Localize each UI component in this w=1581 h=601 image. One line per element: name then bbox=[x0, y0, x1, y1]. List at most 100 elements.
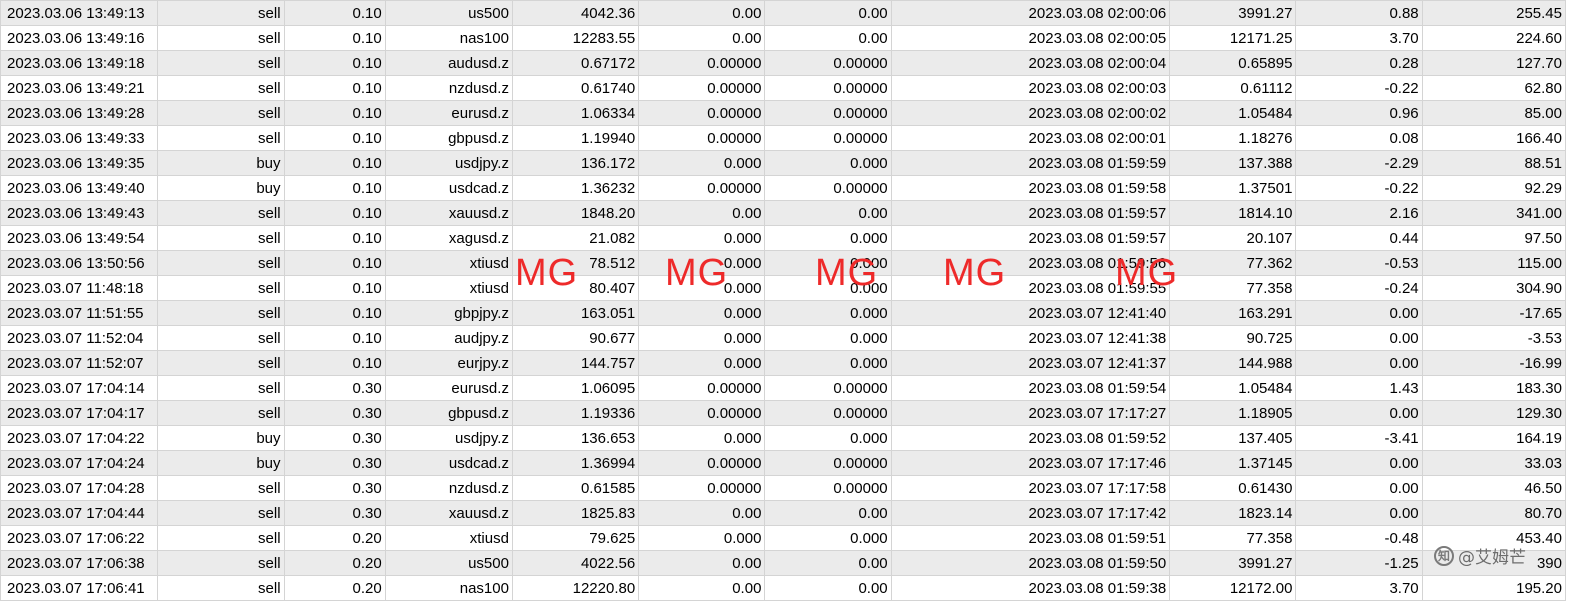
table-row[interactable]: 2023.03.06 13:49:43 sell 0.10 xauusd.z 1848.… bbox=[0, 200, 1567, 226]
cell-profit: 80.70 bbox=[1421, 500, 1567, 526]
cell-profit: 224.60 bbox=[1421, 25, 1567, 51]
cell-symbol: xauusd.z bbox=[384, 500, 513, 526]
cell-open-price: 1.36994 bbox=[511, 450, 640, 476]
cell-type: sell bbox=[157, 350, 285, 376]
cell-stop-loss: 0.000 bbox=[638, 225, 766, 251]
cell-take-profit: 0.00000 bbox=[764, 475, 892, 501]
cell-close-price: 77.358 bbox=[1169, 275, 1297, 301]
cell-close-time: 2023.03.07 17:17:46 bbox=[890, 450, 1171, 476]
cell-volume: 0.10 bbox=[283, 325, 386, 351]
cell-close-time: 2023.03.08 01:59:59 bbox=[890, 150, 1171, 176]
cell-swap: -0.22 bbox=[1295, 175, 1423, 201]
cell-stop-loss: 0.00000 bbox=[638, 50, 766, 76]
cell-profit: 62.80 bbox=[1421, 75, 1567, 101]
cell-stop-loss: 0.00000 bbox=[638, 75, 766, 101]
cell-close-price: 1814.10 bbox=[1169, 200, 1297, 226]
table-row[interactable]: 2023.03.06 13:49:40 buy 0.10 usdcad.z 1.3623… bbox=[0, 175, 1567, 201]
cell-open-time: 2023.03.06 13:50:56 bbox=[0, 250, 159, 276]
cell-volume: 0.10 bbox=[283, 350, 386, 376]
cell-close-price: 12171.25 bbox=[1169, 25, 1297, 51]
cell-close-time: 2023.03.08 01:59:52 bbox=[890, 425, 1171, 451]
cell-open-price: 1.06095 bbox=[511, 375, 640, 401]
cell-type: sell bbox=[157, 100, 285, 126]
table-row[interactable]: 2023.03.07 17:06:22 sell 0.20 xtiusd 79.625 0… bbox=[0, 525, 1567, 551]
cell-stop-loss: 0.000 bbox=[638, 325, 766, 351]
cell-type: sell bbox=[157, 250, 285, 276]
cell-open-price: 21.082 bbox=[511, 225, 640, 251]
cell-type: sell bbox=[157, 375, 285, 401]
table-row[interactable]: 2023.03.07 17:04:22 buy 0.30 usdjpy.z 136.65… bbox=[0, 425, 1567, 451]
cell-stop-loss: 0.00 bbox=[638, 500, 766, 526]
table-row[interactable]: 2023.03.06 13:49:35 buy 0.10 usdjpy.z 136.17… bbox=[0, 150, 1567, 176]
cell-stop-loss: 0.000 bbox=[638, 425, 766, 451]
cell-open-price: 78.512 bbox=[511, 250, 640, 276]
cell-profit: 33.03 bbox=[1421, 450, 1567, 476]
cell-swap: 1.43 bbox=[1295, 375, 1423, 401]
cell-type: sell bbox=[157, 575, 285, 601]
table-row[interactable]: 2023.03.07 17:06:38 sell 0.20 us500 4022.56 0… bbox=[0, 550, 1567, 576]
cell-stop-loss: 0.00 bbox=[638, 0, 766, 26]
cell-open-time: 2023.03.07 17:04:14 bbox=[0, 375, 159, 401]
cell-type: sell bbox=[157, 200, 285, 226]
cell-symbol: usdjpy.z bbox=[384, 425, 513, 451]
cell-stop-loss: 0.000 bbox=[638, 525, 766, 551]
cell-close-price: 20.107 bbox=[1169, 225, 1297, 251]
table-row[interactable]: 2023.03.07 17:04:17 sell 0.30 gbpusd.z 1.193… bbox=[0, 400, 1567, 426]
cell-close-time: 2023.03.08 01:59:55 bbox=[890, 275, 1171, 301]
cell-profit: 183.30 bbox=[1421, 375, 1567, 401]
cell-take-profit: 0.00000 bbox=[764, 175, 892, 201]
table-row[interactable]: 2023.03.06 13:50:56 sell 0.10 xtiusd 78.512 0… bbox=[0, 250, 1567, 276]
cell-stop-loss: 0.00000 bbox=[638, 450, 766, 476]
cell-stop-loss: 0.00 bbox=[638, 25, 766, 51]
cell-take-profit: 0.00 bbox=[764, 0, 892, 26]
cell-close-price: 163.291 bbox=[1169, 300, 1297, 326]
cell-symbol: xtiusd bbox=[384, 275, 513, 301]
cell-take-profit: 0.000 bbox=[764, 325, 892, 351]
table-row[interactable]: 2023.03.07 11:48:18 sell 0.10 xtiusd 80.407 0… bbox=[0, 275, 1567, 301]
cell-stop-loss: 0.00000 bbox=[638, 375, 766, 401]
table-row[interactable]: 2023.03.06 13:49:18 sell 0.10 audusd.z 0.671… bbox=[0, 50, 1567, 76]
cell-close-time: 2023.03.08 02:00:06 bbox=[890, 0, 1171, 26]
cell-swap: -0.24 bbox=[1295, 275, 1423, 301]
cell-type: sell bbox=[157, 275, 285, 301]
cell-open-time: 2023.03.07 17:06:38 bbox=[0, 550, 159, 576]
cell-symbol: gbpjpy.z bbox=[384, 300, 513, 326]
cell-volume: 0.10 bbox=[283, 275, 386, 301]
table-row[interactable]: 2023.03.07 17:04:14 sell 0.30 eurusd.z 1.060… bbox=[0, 375, 1567, 401]
table-row[interactable]: 2023.03.07 17:04:24 buy 0.30 usdcad.z 1.3699… bbox=[0, 450, 1567, 476]
table-row[interactable]: 2023.03.07 11:52:04 sell 0.10 audjpy.z 90.67… bbox=[0, 325, 1567, 351]
cell-symbol: usdjpy.z bbox=[384, 150, 513, 176]
cell-close-time: 2023.03.07 17:17:58 bbox=[890, 475, 1171, 501]
cell-stop-loss: 0.00000 bbox=[638, 175, 766, 201]
cell-close-time: 2023.03.08 02:00:01 bbox=[890, 125, 1171, 151]
table-row[interactable]: 2023.03.07 11:51:55 sell 0.10 gbpjpy.z 163.0… bbox=[0, 300, 1567, 326]
cell-close-price: 77.362 bbox=[1169, 250, 1297, 276]
cell-volume: 0.10 bbox=[283, 200, 386, 226]
table-row[interactable]: 2023.03.07 17:04:44 sell 0.30 xauusd.z 1825.… bbox=[0, 500, 1567, 526]
cell-take-profit: 0.00000 bbox=[764, 125, 892, 151]
cell-volume: 0.10 bbox=[283, 100, 386, 126]
table-row[interactable]: 2023.03.07 11:52:07 sell 0.10 eurjpy.z 144.7… bbox=[0, 350, 1567, 376]
table-row[interactable]: 2023.03.06 13:49:54 sell 0.10 xagusd.z 21.08… bbox=[0, 225, 1567, 251]
cell-profit: 390 bbox=[1421, 550, 1567, 576]
table-row[interactable]: 2023.03.06 13:49:21 sell 0.10 nzdusd.z 0.617… bbox=[0, 75, 1567, 101]
table-row[interactable]: 2023.03.06 13:49:13 sell 0.10 us500 4042.36 0… bbox=[0, 0, 1567, 26]
cell-open-time: 2023.03.06 13:49:35 bbox=[0, 150, 159, 176]
cell-volume: 0.10 bbox=[283, 0, 386, 26]
cell-swap: 0.44 bbox=[1295, 225, 1423, 251]
table-row[interactable]: 2023.03.07 17:04:28 sell 0.30 nzdusd.z 0.615… bbox=[0, 475, 1567, 501]
table-row[interactable]: 2023.03.07 17:06:41 sell 0.20 nas100 12220.8… bbox=[0, 575, 1567, 601]
cell-swap: 2.16 bbox=[1295, 200, 1423, 226]
cell-close-time: 2023.03.08 02:00:05 bbox=[890, 25, 1171, 51]
cell-open-price: 0.61585 bbox=[511, 475, 640, 501]
cell-close-time: 2023.03.08 01:59:57 bbox=[890, 200, 1171, 226]
cell-close-price: 0.61112 bbox=[1169, 75, 1297, 101]
table-row[interactable]: 2023.03.06 13:49:33 sell 0.10 gbpusd.z 1.199… bbox=[0, 125, 1567, 151]
table-row[interactable]: 2023.03.06 13:49:28 sell 0.10 eurusd.z 1.063… bbox=[0, 100, 1567, 126]
cell-close-price: 1.05484 bbox=[1169, 100, 1297, 126]
cell-profit: 127.70 bbox=[1421, 50, 1567, 76]
cell-volume: 0.10 bbox=[283, 125, 386, 151]
table-row[interactable]: 2023.03.06 13:49:16 sell 0.10 nas100 12283.5… bbox=[0, 25, 1567, 51]
cell-symbol: gbpusd.z bbox=[384, 400, 513, 426]
cell-stop-loss: 0.00 bbox=[638, 550, 766, 576]
